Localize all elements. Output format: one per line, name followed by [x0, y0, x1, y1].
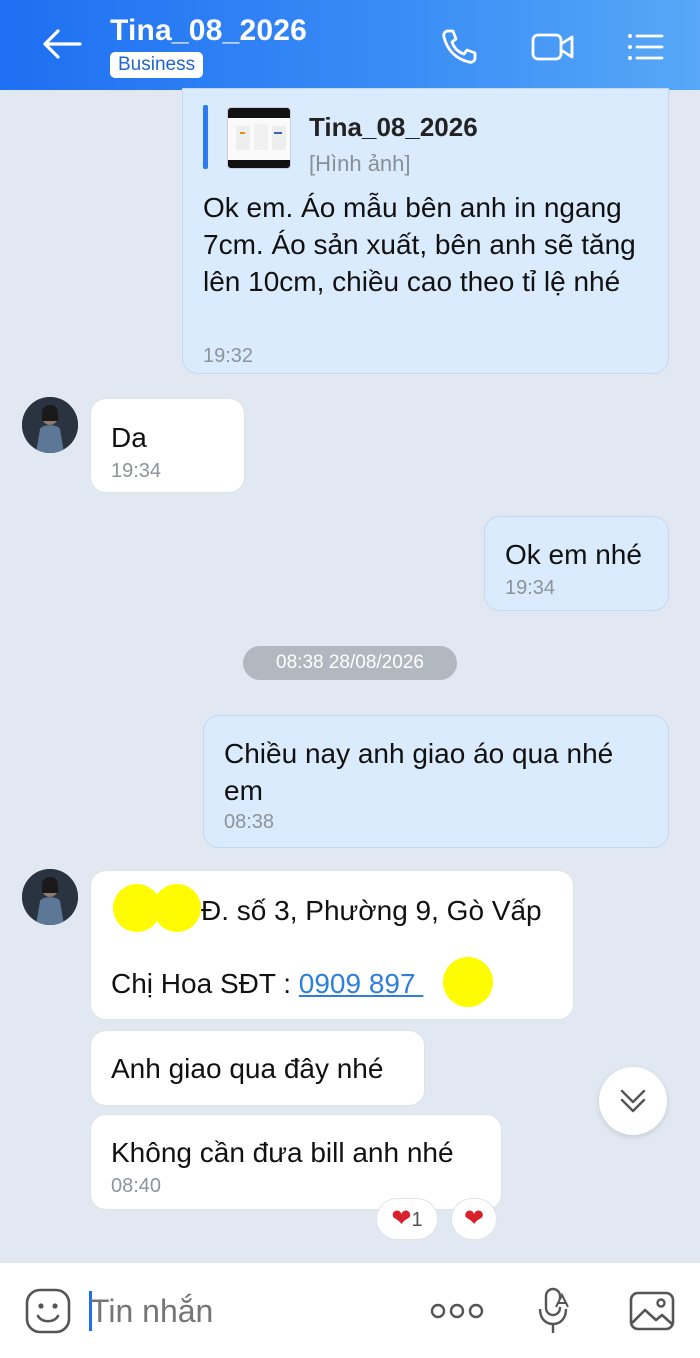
- phone-link[interactable]: 0909 897: [299, 968, 416, 999]
- video-camera-icon: [531, 33, 574, 61]
- quoted-message[interactable]: Tina_08_2026 [Hình ảnh]: [203, 105, 643, 176]
- chat-header: Tina_08_2026 Business: [0, 0, 700, 90]
- emoji-button[interactable]: [24, 1287, 72, 1335]
- reaction-count[interactable]: ❤1: [376, 1198, 438, 1240]
- more-dots-icon: [430, 1303, 484, 1319]
- message-text: Ok em. Áo mẫu bên anh in ngang 7cm. Áo s…: [203, 192, 636, 297]
- message-text: Anh giao qua đây nhé: [111, 1053, 384, 1084]
- message-time: 19:34: [505, 577, 556, 599]
- back-arrow-icon: [43, 29, 82, 59]
- message-bubble-sent[interactable]: Tina_08_2026 [Hình ảnh] Ok em. Áo mẫu bê…: [182, 88, 669, 374]
- message-bubble-received[interactable]: Không cần đưa bill anh nhé 08:40: [90, 1114, 502, 1210]
- message-text: Da: [111, 422, 147, 453]
- redaction-mark: [443, 957, 493, 1007]
- double-chevron-down-icon: [620, 1089, 646, 1113]
- emoji-icon: [25, 1288, 71, 1334]
- send-image-button[interactable]: [628, 1287, 676, 1335]
- add-reaction-button[interactable]: ❤: [451, 1198, 497, 1240]
- microphone-icon: [538, 1287, 569, 1333]
- avatar-photo: [22, 869, 78, 925]
- date-separator: 08:38 28/08/2026: [243, 646, 457, 680]
- more-options-button[interactable]: [430, 1299, 484, 1323]
- quote-thumbnail: [227, 107, 291, 169]
- scroll-to-bottom-button[interactable]: [599, 1067, 667, 1135]
- message-text: Chiều nay anh giao áo qua nhé em: [224, 738, 614, 806]
- message-time: 19:32: [203, 345, 254, 367]
- list-menu-icon: [628, 34, 664, 60]
- contact-name[interactable]: Tina_08_2026: [110, 14, 307, 48]
- message-input[interactable]: [90, 1287, 390, 1335]
- address-line: Đ. số 3, Phường 9, Gò Vấp: [201, 892, 542, 929]
- phone-icon: [442, 29, 477, 64]
- call-button[interactable]: [436, 24, 482, 70]
- quote-bar: [203, 105, 208, 169]
- message-bubble-received[interactable]: Da 19:34: [90, 398, 245, 493]
- contact-line: Chị Hoa SĐT : 0909 897: [111, 965, 466, 1002]
- message-bubble-sent[interactable]: Chiều nay anh giao áo qua nhé em 08:38: [203, 715, 669, 848]
- back-button[interactable]: [40, 26, 84, 62]
- message-bubble-received[interactable]: Anh giao qua đây nhé: [90, 1030, 425, 1106]
- quote-sender-name: Tina_08_2026: [309, 112, 478, 142]
- message-bubble-sent[interactable]: Ok em nhé 19:34: [484, 516, 669, 611]
- avatar-photo: [22, 397, 78, 453]
- message-time: 08:38: [224, 811, 275, 833]
- message-time: 08:40: [111, 1175, 162, 1197]
- image-icon: [629, 1291, 675, 1331]
- voice-button[interactable]: [536, 1285, 572, 1337]
- reaction-count-value: 1: [411, 1209, 423, 1231]
- contact-avatar[interactable]: [22, 397, 78, 453]
- quote-type-label: [Hình ảnh]: [309, 151, 411, 176]
- contact-avatar[interactable]: [22, 869, 78, 925]
- address-text: Đ. số 3, Phường 9, Gò Vấp: [201, 895, 542, 926]
- redaction-mark: [153, 884, 201, 932]
- message-time: 19:34: [111, 460, 162, 482]
- contact-prefix: Chị Hoa SĐT :: [111, 968, 299, 999]
- message-text: Ok em nhé: [505, 539, 642, 570]
- message-composer: [0, 1262, 700, 1358]
- heart-icon: ❤: [391, 1205, 412, 1232]
- message-text: Không cần đưa bill anh nhé: [111, 1137, 454, 1168]
- image-thumbnail-icon: [228, 108, 290, 168]
- video-call-button[interactable]: [530, 24, 576, 70]
- menu-button[interactable]: [622, 24, 668, 70]
- business-badge: Business: [110, 52, 204, 78]
- message-bubble-received[interactable]: Đ. số 3, Phường 9, Gò Vấp Chị Hoa SĐT : …: [90, 870, 574, 1020]
- heart-icon: ❤: [463, 1205, 485, 1232]
